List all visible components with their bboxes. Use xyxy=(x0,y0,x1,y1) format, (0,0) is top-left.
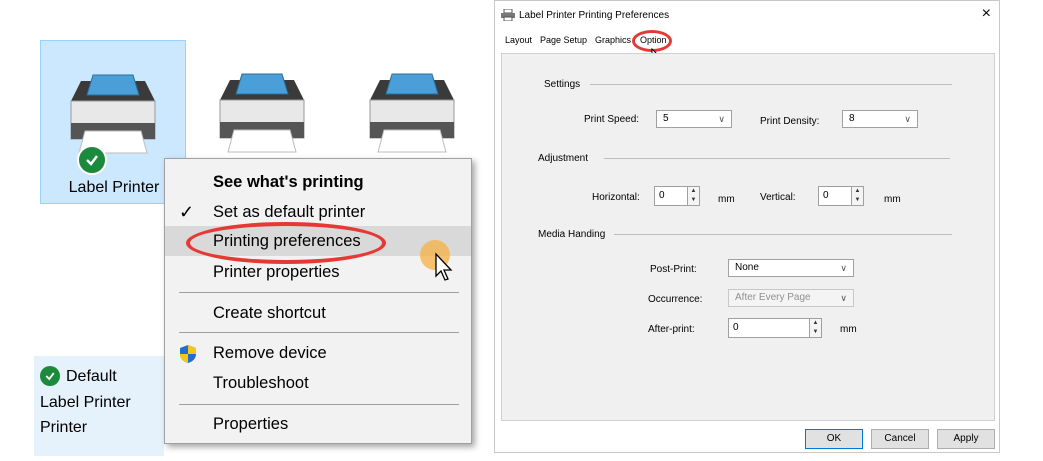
post-print-value: None xyxy=(735,262,759,273)
section-divider xyxy=(590,84,952,85)
tab-page-setup[interactable]: Page Setup xyxy=(540,35,587,45)
print-speed-value: 5 xyxy=(663,113,669,124)
dialog-titlebar[interactable]: Label Printer Printing Preferences × xyxy=(495,1,999,31)
menu-item-troubleshoot[interactable]: Troubleshoot xyxy=(165,368,471,398)
menu-item-see-whats-printing[interactable]: See what's printing xyxy=(165,167,471,197)
menu-item-properties[interactable]: Properties xyxy=(165,409,471,439)
option-tab-panel: Settings Print Speed: 5 ∨ Print Density:… xyxy=(501,53,995,421)
after-print-label: After-print: xyxy=(648,324,695,335)
after-print-value: 0 xyxy=(733,322,739,333)
close-button[interactable]: × xyxy=(982,5,991,23)
print-speed-label: Print Speed: xyxy=(584,114,640,125)
tab-strip: Layout Page Setup Graphics Option xyxy=(495,31,999,53)
cancel-button[interactable]: Cancel xyxy=(871,429,929,449)
printer-icon xyxy=(369,73,455,153)
print-density-select[interactable]: 8 ∨ xyxy=(842,110,918,128)
media-handing-section-title: Media Handing xyxy=(538,229,612,240)
horizontal-value: 0 xyxy=(659,190,665,201)
occurrence-value: After Every Page xyxy=(735,292,811,303)
horizontal-unit: mm xyxy=(718,194,735,205)
vertical-spinbox[interactable]: 0 ▲ ▼ xyxy=(818,186,864,206)
settings-section-title: Settings xyxy=(544,79,587,90)
section-divider xyxy=(604,158,950,159)
vertical-unit: mm xyxy=(884,194,901,205)
printer-type-text: Printer xyxy=(40,419,88,436)
horizontal-label: Horizontal: xyxy=(592,192,640,203)
printer-icon xyxy=(70,74,156,154)
spin-arrows-icon[interactable]: ▲ ▼ xyxy=(687,187,699,205)
ok-button[interactable]: OK xyxy=(805,429,863,449)
occurrence-label: Occurrence: xyxy=(648,294,703,305)
context-menu: See what's printing ✓ Set as default pri… xyxy=(164,158,472,444)
post-print-label: Post-Print: xyxy=(650,264,697,275)
after-print-spinbox[interactable]: 0 ▲ ▼ xyxy=(728,318,822,338)
print-density-label: Print Density: xyxy=(760,116,820,127)
devices-and-printers-panel: Label Printer Default Label Printer Prin… xyxy=(0,0,480,461)
chevron-down-icon: ∨ xyxy=(840,293,847,303)
default-check-icon xyxy=(77,145,107,175)
spin-arrows-icon[interactable]: ▲ ▼ xyxy=(809,319,821,337)
highlight-ellipse xyxy=(186,222,386,264)
chevron-down-icon: ∨ xyxy=(718,114,725,124)
spin-arrows-icon[interactable]: ▲ ▼ xyxy=(851,187,863,205)
after-print-unit: mm xyxy=(840,324,857,335)
menu-item-label: Printer properties xyxy=(213,263,340,281)
menu-item-label: Set as default printer xyxy=(213,203,366,221)
check-icon: ✓ xyxy=(179,202,195,222)
printer-details-strip: Default Label Printer Printer xyxy=(34,356,164,456)
vertical-value: 0 xyxy=(823,190,829,201)
printer-icon xyxy=(501,9,515,21)
occurrence-select: After Every Page ∨ xyxy=(728,289,854,307)
shield-icon xyxy=(180,345,196,363)
menu-separator xyxy=(179,404,459,405)
section-divider xyxy=(614,234,952,235)
tab-graphics[interactable]: Graphics xyxy=(595,35,631,45)
dialog-title: Label Printer Printing Preferences xyxy=(519,10,670,21)
apply-button[interactable]: Apply xyxy=(937,429,995,449)
chevron-down-icon: ∨ xyxy=(840,263,847,273)
default-check-icon xyxy=(40,366,60,386)
default-status-text: Default xyxy=(66,368,117,385)
menu-item-label: See what's printing xyxy=(213,173,364,191)
printer-icon xyxy=(219,73,305,153)
menu-item-label: Properties xyxy=(213,415,289,433)
menu-item-label: Troubleshoot xyxy=(213,374,309,392)
post-print-select[interactable]: None ∨ xyxy=(728,259,854,277)
mouse-cursor-icon xyxy=(435,252,453,281)
printer-name-text: Label Printer xyxy=(40,394,131,411)
menu-item-label: Create shortcut xyxy=(213,304,326,322)
menu-item-remove-device[interactable]: Remove device xyxy=(165,338,471,368)
chevron-down-icon: ∨ xyxy=(904,114,911,124)
print-density-value: 8 xyxy=(849,113,855,124)
menu-separator xyxy=(179,332,459,333)
vertical-label: Vertical: xyxy=(760,192,796,203)
tab-layout[interactable]: Layout xyxy=(505,35,532,45)
printing-preferences-dialog: Label Printer Printing Preferences × Lay… xyxy=(494,0,1000,453)
menu-separator xyxy=(179,292,459,293)
horizontal-spinbox[interactable]: 0 ▲ ▼ xyxy=(654,186,700,206)
menu-item-create-shortcut[interactable]: Create shortcut xyxy=(165,298,471,328)
print-speed-select[interactable]: 5 ∨ xyxy=(656,110,732,128)
menu-item-label: Remove device xyxy=(213,344,327,362)
adjustment-section-title: Adjustment xyxy=(538,153,595,164)
